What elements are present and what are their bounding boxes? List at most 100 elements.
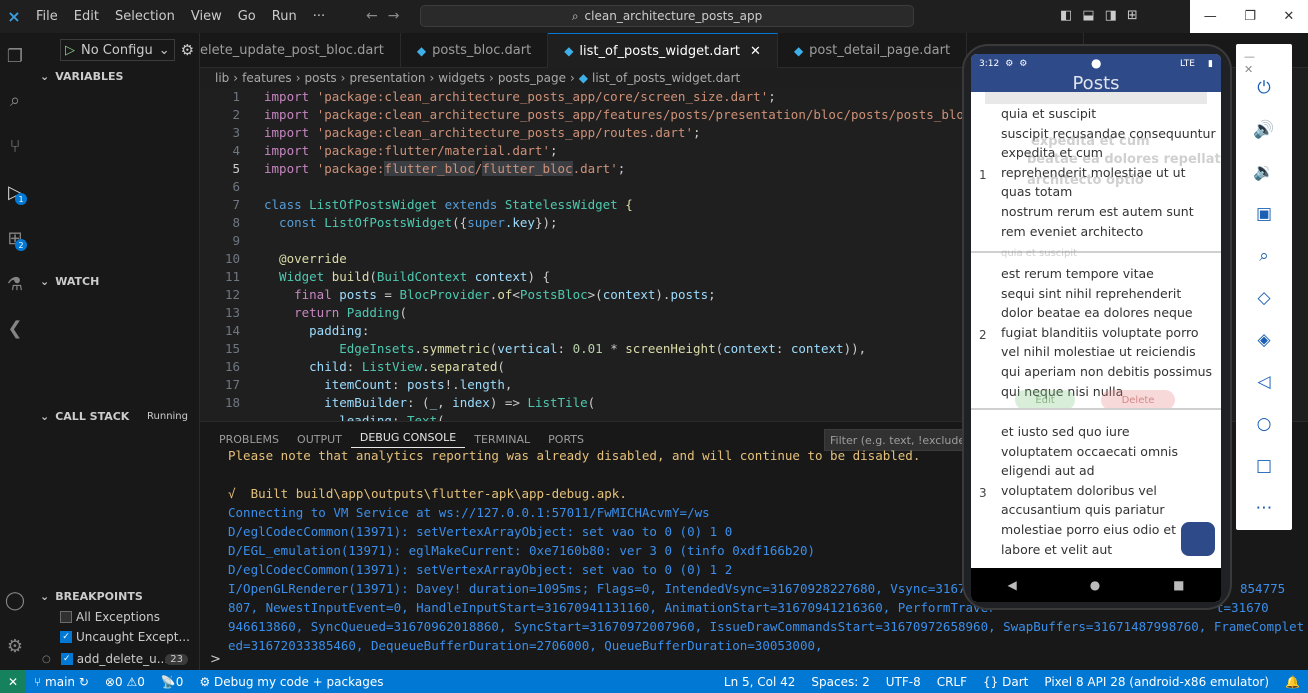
code-token: ListOfPostsWidget (324, 215, 453, 230)
tab-delete-update-post-bloc[interactable]: elete_update_post_bloc.dart (200, 33, 401, 68)
command-center-search[interactable]: ⌕ clean_architecture_posts_app (420, 5, 914, 27)
breadcrumb-item[interactable]: widgets (438, 71, 485, 85)
toggle-sidebar-icon[interactable]: ◧ (1060, 8, 1072, 23)
tab-post-detail-page[interactable]: ◆ post_detail_page.dart (778, 33, 968, 68)
camera-icon[interactable]: ▣ (1236, 197, 1292, 231)
line-number: 3 (232, 125, 240, 140)
indentation[interactable]: Spaces: 2 (803, 675, 877, 689)
manage-gear-icon[interactable]: ⚙ (0, 631, 30, 661)
remote-icon[interactable]: ✕ (0, 670, 26, 693)
menu-go[interactable]: Go (230, 0, 264, 33)
breadcrumb-item[interactable]: list_of_posts_widget.dart (592, 71, 740, 85)
home-nav-icon[interactable]: ● (1090, 578, 1100, 592)
line-number: 17 (224, 377, 240, 392)
code-token: itemCount (264, 377, 392, 392)
device-selector[interactable]: Pixel 8 API 28 (android-x86 emulator) (1036, 675, 1277, 689)
flutter-icon[interactable]: ❮ (0, 313, 30, 343)
code-token: final (264, 287, 340, 302)
run-config-dropdown[interactable]: ▷ No Configu ⌄ (60, 39, 175, 61)
home-icon[interactable]: ○ (1236, 407, 1292, 441)
breadcrumb-item[interactable]: posts (305, 71, 337, 85)
post-list-tile[interactable]: 2 est rerum tempore vitae sequi sint nih… (971, 264, 1221, 409)
minimize-icon[interactable]: — (1204, 9, 1217, 24)
watch-section[interactable]: ⌄ WATCH (30, 270, 200, 292)
explorer-icon[interactable]: ❐ (0, 41, 30, 71)
accounts-icon[interactable]: ◯ (0, 585, 30, 615)
back-nav-icon[interactable]: ◀ (1007, 578, 1016, 592)
breadcrumb-item[interactable]: features (242, 71, 292, 85)
add-post-fab[interactable] (1181, 522, 1215, 556)
ports-indicator[interactable]: 📡0 (153, 675, 192, 689)
menu-selection[interactable]: Selection (107, 0, 183, 33)
menu-view[interactable]: View (183, 0, 230, 33)
restore-icon[interactable]: ❐ (1244, 9, 1256, 24)
breakpoint-item[interactable]: ○ ✓ add_delete_u... 23 (42, 649, 200, 669)
emulator-screen[interactable]: Posts 3:12 ⚙ ⚙ ● LTE ▮ 1 quia et suscipi… (971, 54, 1221, 602)
menu-more[interactable]: ··· (305, 0, 333, 33)
close-window-icon[interactable]: ✕ (1283, 9, 1294, 24)
tab-terminal[interactable]: TERMINAL (465, 433, 539, 446)
back-icon[interactable]: ◁ (1236, 365, 1292, 399)
rotate-left-icon[interactable]: ◇ (1236, 281, 1292, 315)
checkbox-checked[interactable]: ✓ (60, 653, 73, 665)
encoding[interactable]: UTF-8 (878, 675, 929, 689)
forward-arrow-icon[interactable]: → (388, 8, 410, 24)
post-index: 1 (979, 168, 987, 182)
run-debug-icon[interactable]: ▷ 1 (0, 177, 30, 207)
tab-posts-bloc[interactable]: ◆ posts_bloc.dart (401, 33, 549, 68)
debug-mode[interactable]: ⚙ Debug my code + packages (191, 675, 391, 689)
customize-layout-icon[interactable]: ⊞ (1127, 8, 1138, 23)
extensions-icon[interactable]: ⊞ 2 (0, 223, 30, 253)
back-arrow-icon[interactable]: ← (366, 8, 388, 24)
line-number: 11 (224, 269, 240, 284)
line-ending[interactable]: CRLF (929, 675, 975, 689)
volume-up-icon[interactable]: 🔊 (1236, 113, 1292, 147)
breadcrumb-item[interactable]: posts_page (498, 71, 566, 85)
minimize-icon[interactable]: — (1244, 50, 1273, 63)
toggle-secondary-sidebar-icon[interactable]: ◨ (1105, 8, 1117, 23)
breakpoint-item[interactable]: All Exceptions (60, 607, 218, 627)
tab-debug-console[interactable]: DEBUG CONSOLE (350, 431, 466, 448)
code-token: : (391, 377, 407, 392)
cursor-position[interactable]: Ln 5, Col 42 (716, 675, 804, 689)
toggle-panel-icon[interactable]: ⬓ (1082, 8, 1094, 23)
overview-icon[interactable]: □ (1236, 449, 1292, 483)
tab-ports[interactable]: PORTS (539, 433, 593, 446)
volume-down-icon[interactable]: 🔉 (1236, 155, 1292, 189)
tab-label: elete_update_post_bloc.dart (200, 43, 384, 58)
recents-nav-icon[interactable]: ■ (1173, 578, 1184, 592)
checkbox[interactable] (60, 611, 72, 623)
testing-icon[interactable]: ⚗ (0, 269, 30, 299)
problems-indicator[interactable]: ⊗0 ⚠0 (97, 675, 153, 689)
search-view-icon[interactable]: ⌕ (0, 85, 30, 115)
breakpoint-item[interactable]: ✓ Uncaught Except... (60, 627, 218, 647)
start-debug-icon[interactable]: ▷ (65, 43, 75, 58)
code-token: padding (264, 323, 362, 338)
code-line: 14 padding: (200, 322, 970, 340)
zoom-icon[interactable]: ⌕ (1236, 239, 1292, 273)
breadcrumb-item[interactable]: lib (215, 71, 229, 85)
menu-file[interactable]: File (28, 0, 66, 33)
tab-problems[interactable]: PROBLEMS (210, 433, 288, 446)
breadcrumb-item[interactable]: presentation (349, 71, 425, 85)
breakpoints-section[interactable]: ⌄ BREAKPOINTS (30, 585, 200, 607)
notifications-bell-icon[interactable]: 🔔 (1277, 675, 1308, 689)
source-control-icon[interactable]: ⑂ (0, 131, 30, 161)
more-icon[interactable]: ⋯ (1236, 491, 1292, 525)
power-icon[interactable]: ⏻ (1236, 71, 1292, 105)
language-mode[interactable]: {} Dart (975, 675, 1036, 689)
variables-section[interactable]: ⌄ VARIABLES (30, 65, 200, 87)
menu-run[interactable]: Run (264, 0, 305, 33)
menu-edit[interactable]: Edit (66, 0, 107, 33)
breadcrumb: lib › features › posts › presentation › widg… (200, 68, 970, 88)
tab-list-of-posts-widget[interactable]: ◆ list_of_posts_widget.dart ✕ (548, 33, 778, 68)
debug-settings-gear-icon[interactable]: ⚙ (181, 41, 194, 59)
close-icon[interactable]: ✕ (750, 44, 761, 59)
callstack-section[interactable]: ⌄ CALL STACK Running (30, 405, 200, 427)
rotate-right-icon[interactable]: ◈ (1236, 323, 1292, 357)
checkbox-checked[interactable]: ✓ (60, 631, 72, 643)
tab-output[interactable]: OUTPUT (288, 433, 351, 446)
code-editor[interactable]: 1 import 'package:clean_architecture_post… (200, 88, 970, 421)
branch-indicator[interactable]: ⑂ main ↻ (26, 675, 97, 689)
console-prompt[interactable]: > (210, 652, 221, 667)
